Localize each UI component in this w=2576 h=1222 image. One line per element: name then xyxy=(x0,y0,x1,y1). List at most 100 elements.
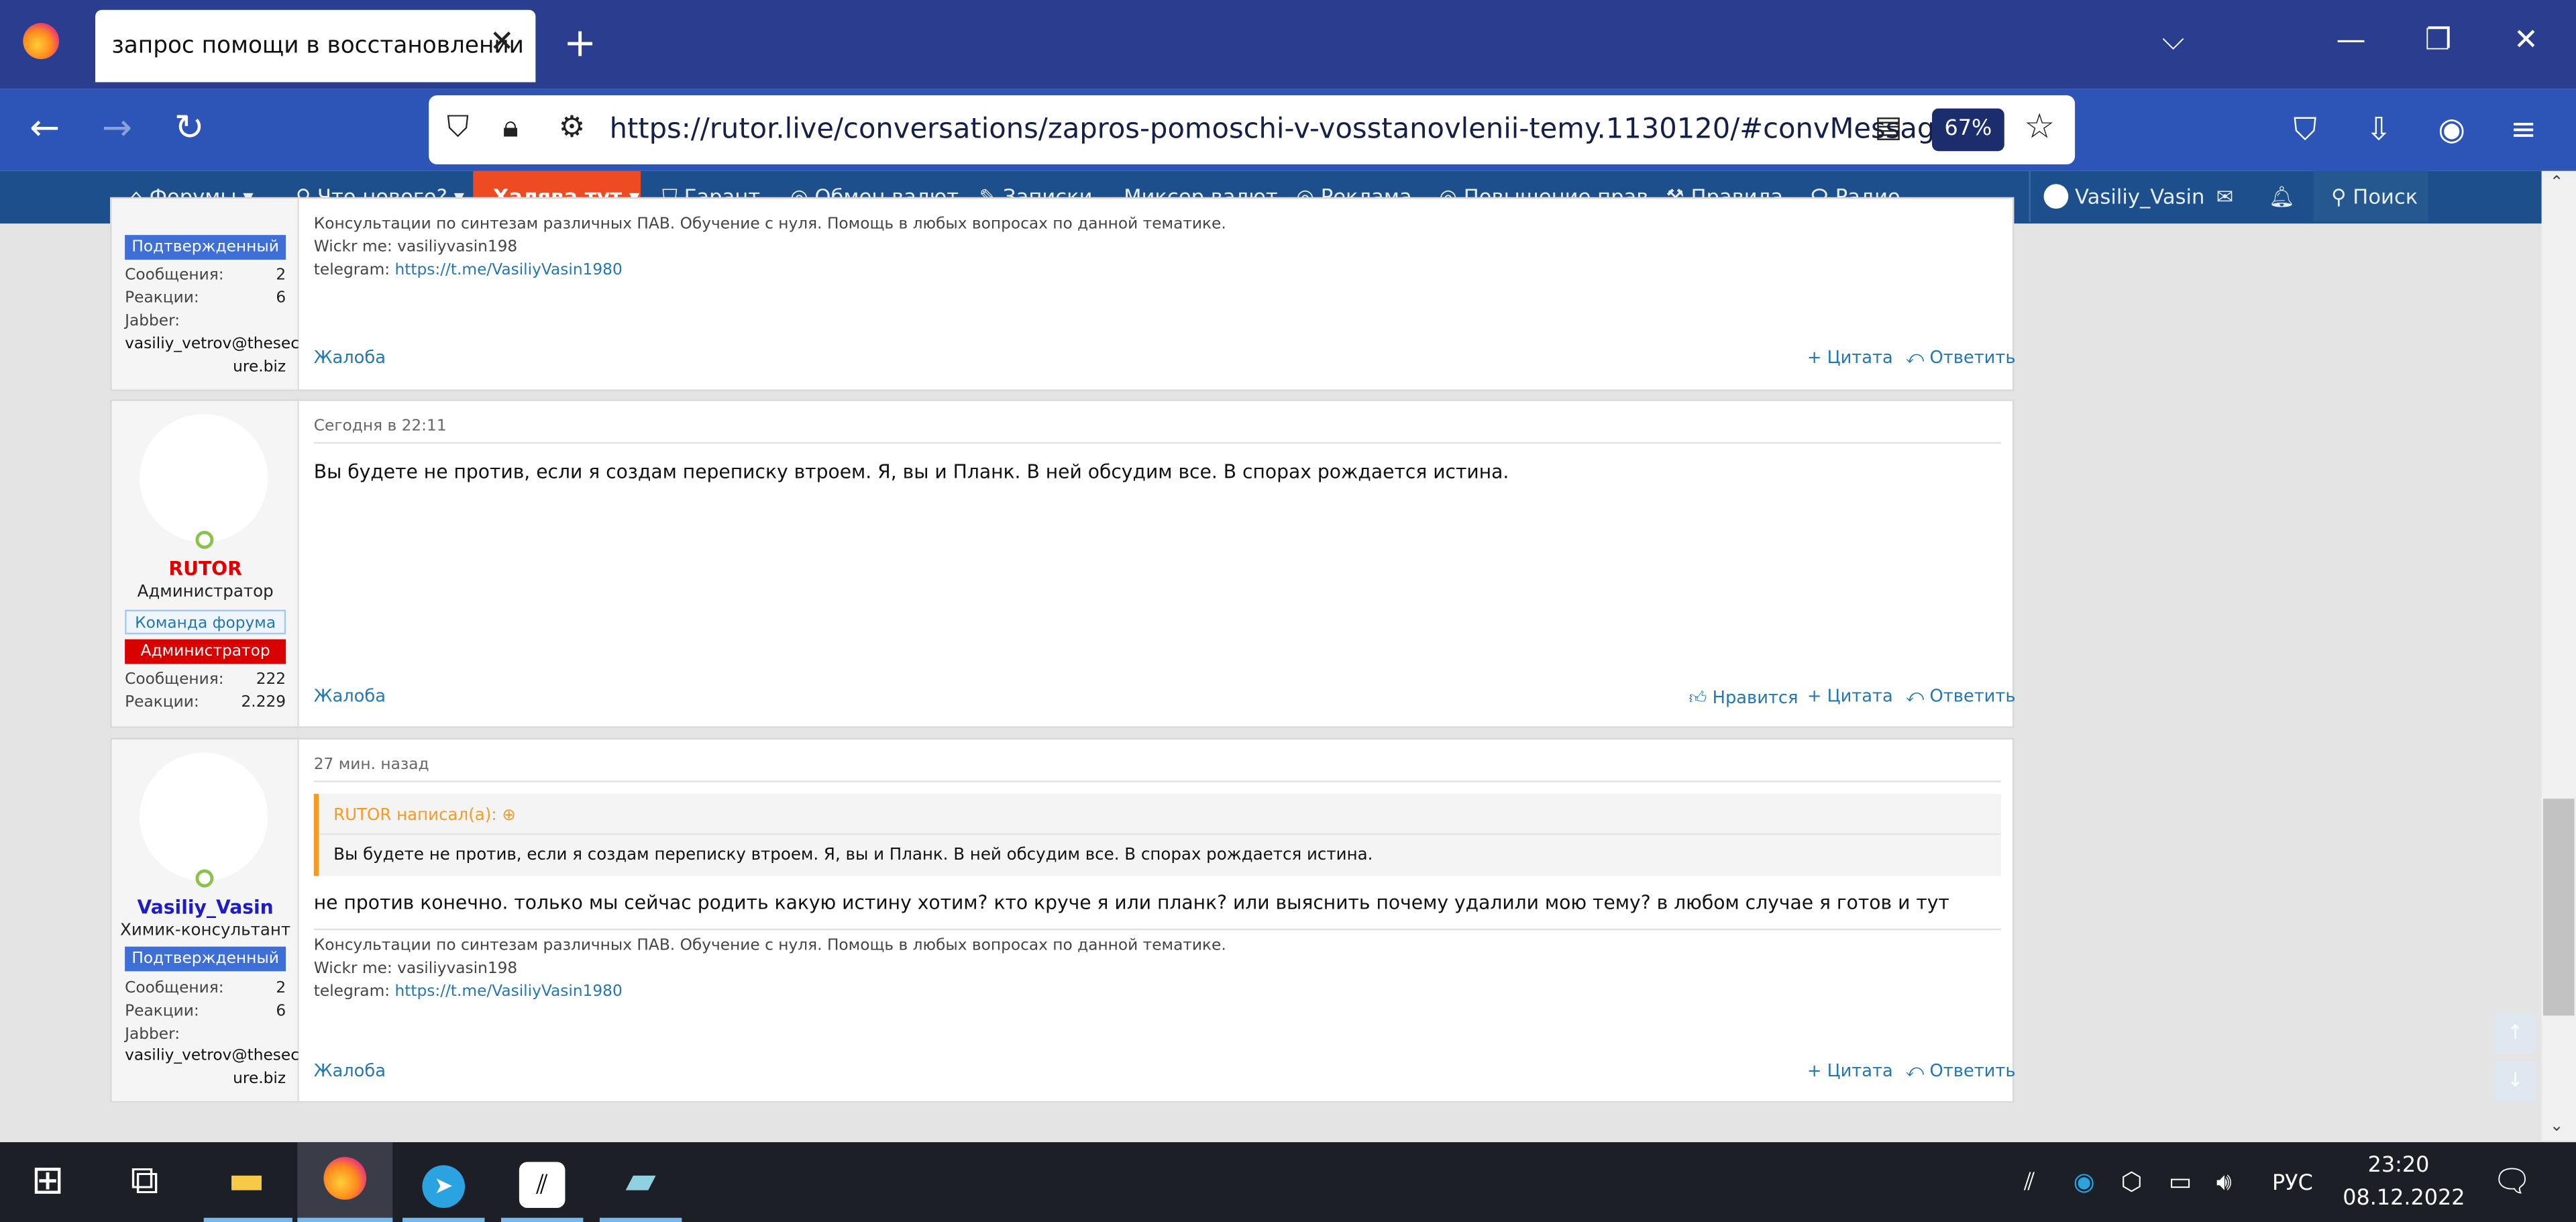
scroll-top-button[interactable]: ↑ xyxy=(2496,1014,2535,1054)
reply-link[interactable]: ⤺ Ответить xyxy=(1906,348,2016,370)
message-text: Вы будете не против, если я создам переп… xyxy=(313,460,1509,484)
quote-link[interactable]: + Цитата xyxy=(1807,1062,1893,1081)
file-explorer-icon[interactable]: ▬ xyxy=(199,1142,294,1222)
url-bar[interactable]: ⛉ 🔒︎ ⚙ https://rutor.live/conversations/… xyxy=(429,95,2076,164)
quote-link[interactable]: + Цитата xyxy=(1807,348,1893,368)
tab-list-icon[interactable]: ⌵ xyxy=(2162,23,2184,57)
tab-title: запрос помощи в восстановлении xyxy=(111,32,524,60)
bookmark-star-icon[interactable]: ☆ xyxy=(2024,107,2055,146)
user-badge-admin: Администратор xyxy=(125,639,286,664)
tray-telegram-icon[interactable]: ◉ xyxy=(2074,1167,2095,1196)
zoom-level[interactable]: 67% xyxy=(1932,108,2004,152)
message-time[interactable]: Сегодня в 22:11 xyxy=(314,417,447,436)
minimize-icon[interactable]: — xyxy=(2336,23,2365,57)
url-text: https://rutor.live/conversations/zapros-… xyxy=(609,113,1941,146)
firefox-icon[interactable] xyxy=(23,23,60,60)
running-indicator xyxy=(500,1217,584,1222)
user-jabber: vasiliy_vetrov@thesec ure.biz xyxy=(125,1047,300,1088)
telegram-link[interactable]: https://t.me/VasiliyVasin1980 xyxy=(394,261,622,279)
restore-icon[interactable]: ❐ xyxy=(2425,23,2452,57)
task-view-icon[interactable]: ⧉ xyxy=(97,1142,192,1222)
wickr-taskbar-icon[interactable]: ⫽ xyxy=(494,1142,590,1222)
close-window-icon[interactable]: ✕ xyxy=(2514,23,2538,57)
lock-icon[interactable]: 🔒︎ xyxy=(502,110,518,144)
message-user-panel: Vasiliy_Vasin Химик-консультант Подтверж… xyxy=(111,740,300,1101)
username[interactable]: Vasiliy_Vasin xyxy=(112,896,299,919)
user-title: Химик-консультант xyxy=(120,921,291,940)
scrollbar-thumb[interactable] xyxy=(2543,799,2575,1016)
app-menu-icon[interactable]: ≡ xyxy=(2510,112,2536,148)
user-stat-reactions: Реакции: 6 xyxy=(125,289,286,307)
tray-vpn-icon[interactable]: ⬡ xyxy=(2121,1167,2143,1196)
report-link[interactable]: Жалоба xyxy=(314,687,386,707)
user-stat-reactions: Реакции: 6 xyxy=(125,1002,286,1021)
divider xyxy=(313,442,2001,444)
firefox-taskbar-icon[interactable] xyxy=(297,1142,393,1222)
taskbar-clock[interactable]: 23:20 08.12.2022 xyxy=(2343,1150,2465,1216)
reply-link[interactable]: ⤺ Ответить xyxy=(1906,1062,2016,1083)
like-link[interactable]: 👍︎ Нравится xyxy=(1689,687,1799,708)
telegram-taskbar-icon[interactable]: ➤ xyxy=(396,1142,491,1222)
network-icon[interactable]: ▭ xyxy=(2169,1167,2192,1196)
running-indicator xyxy=(402,1217,485,1222)
message-post: Vasiliy_Vasin Химик-консультант Подтверж… xyxy=(110,737,2016,1103)
active-indicator xyxy=(297,1217,393,1222)
avatar[interactable] xyxy=(140,414,268,543)
message-time[interactable]: 27 мин. назад xyxy=(314,756,429,774)
telegram-link[interactable]: https://t.me/VasiliyVasin1980 xyxy=(394,983,622,1001)
user-stat-messages: Сообщения: 2 xyxy=(125,979,286,998)
report-link[interactable]: Жалоба xyxy=(314,348,386,368)
report-link[interactable]: Жалоба xyxy=(314,1062,386,1081)
user-title: Администратор xyxy=(137,583,274,602)
tracking-shield-icon[interactable]: ⛉ xyxy=(447,110,469,144)
user-badge-verified: Подтвержденный xyxy=(125,235,286,260)
pocket-icon[interactable]: ⛉ xyxy=(2294,112,2317,148)
reader-view-icon[interactable]: ▤ xyxy=(1874,110,1902,144)
close-tab-icon[interactable]: ✕ xyxy=(490,25,515,59)
menu-divider xyxy=(2029,170,2031,222)
volume-icon[interactable]: 🔊︎ xyxy=(2216,1167,2232,1196)
avatar[interactable] xyxy=(140,752,268,881)
account-icon[interactable]: ◉ xyxy=(2438,112,2465,148)
divider xyxy=(313,780,2001,782)
online-status-icon xyxy=(195,531,214,549)
reply-link[interactable]: ⤺ Ответить xyxy=(1906,687,2016,709)
downloads-icon[interactable]: ⇩ xyxy=(2366,112,2392,148)
new-tab-icon[interactable]: + xyxy=(564,19,596,66)
message-text: не против конечно. только мы сейчас роди… xyxy=(313,890,1949,914)
language-indicator[interactable]: РУС xyxy=(2272,1172,2313,1196)
inbox-icon[interactable]: ✉ xyxy=(2216,171,2234,222)
user-badge-verified: Подтвержденный xyxy=(125,946,286,972)
tray-app-icon[interactable]: ⫽ xyxy=(2024,1167,2035,1196)
user-stat-jabber-label: Jabber: xyxy=(125,1025,180,1044)
notepad-taskbar-icon[interactable]: ▰ xyxy=(593,1142,688,1222)
scroll-down-icon[interactable]: ⌄ xyxy=(2550,1117,2564,1135)
divider xyxy=(319,833,2001,835)
scroll-bottom-button[interactable]: ↓ xyxy=(2496,1062,2535,1101)
online-status-icon xyxy=(195,869,214,888)
alerts-bell-icon[interactable]: 🔔︎ xyxy=(2269,171,2295,222)
scroll-up-icon[interactable]: ⌃ xyxy=(2550,174,2564,193)
message-post: RUTOR Администратор Команда форума Админ… xyxy=(110,399,2016,728)
menu-user[interactable]: Vasiliy_Vasin xyxy=(2043,171,2204,222)
running-indicator xyxy=(203,1217,292,1222)
divider xyxy=(313,928,2001,931)
forward-icon[interactable]: → xyxy=(102,109,132,150)
username[interactable]: RUTOR xyxy=(112,557,299,580)
jump-to-quote-icon[interactable]: ⊕ xyxy=(502,807,516,825)
quote-link[interactable]: + Цитата xyxy=(1807,687,1893,707)
message-user-panel: Подтвержденный Сообщения: 2 Реакции: 6 Jab… xyxy=(111,199,300,390)
notifications-icon[interactable]: 🗨︎ xyxy=(2492,1162,2532,1200)
quote-author[interactable]: RUTOR написал(а): ⊕ xyxy=(333,807,516,825)
menu-search[interactable]: ⚲ Поиск xyxy=(2313,170,2428,222)
reload-icon[interactable]: ↻ xyxy=(174,109,205,150)
user-jabber: vasiliy_vetrov@thesec ure.biz xyxy=(125,335,300,376)
browser-tab[interactable]: запрос помощи в восстановлении xyxy=(95,9,536,83)
permissions-icon[interactable]: ⚙ xyxy=(559,110,586,144)
message-signature: Консультации по синтезам различных ПАВ. … xyxy=(313,215,1226,280)
back-icon[interactable]: ← xyxy=(30,109,60,150)
user-stat-jabber-label: Jabber: xyxy=(125,312,180,331)
start-windows-icon[interactable]: ⊞ xyxy=(0,1142,95,1222)
quote-block: RUTOR написал(а): ⊕ Вы будете не против,… xyxy=(313,793,2001,876)
message-user-panel: RUTOR Администратор Команда форума Админ… xyxy=(111,401,299,727)
